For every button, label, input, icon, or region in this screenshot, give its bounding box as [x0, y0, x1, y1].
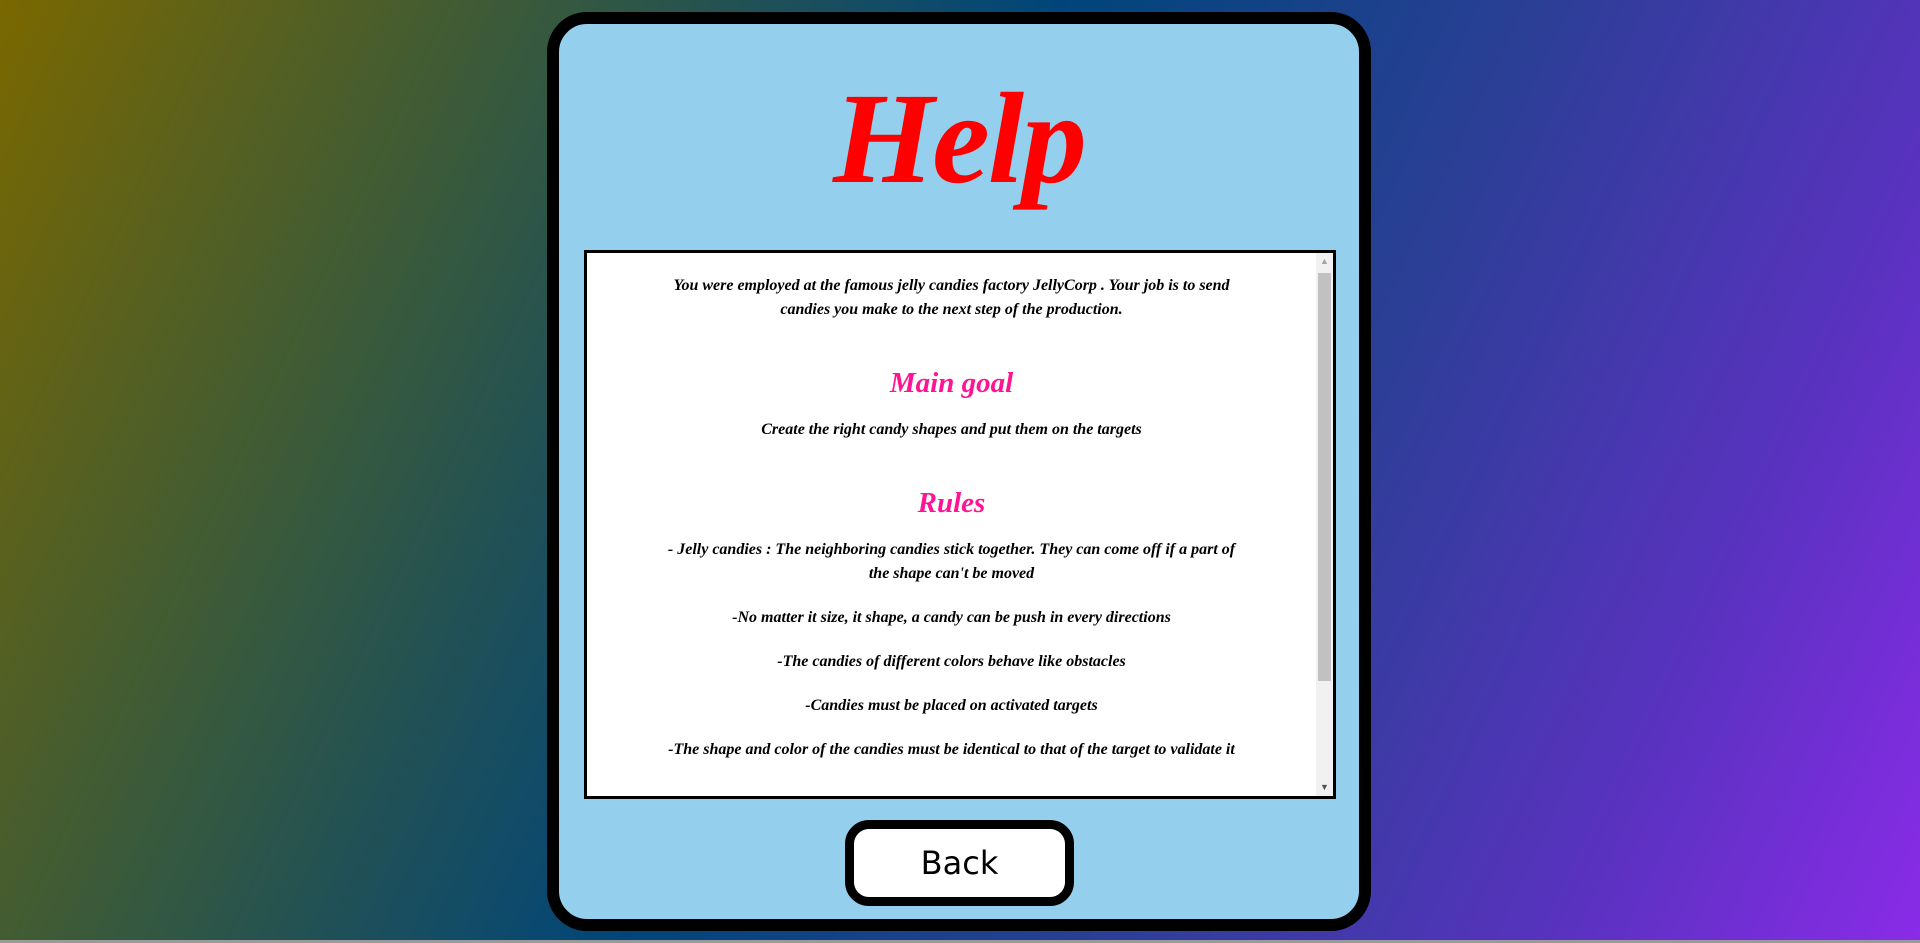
- rules-heading: Rules: [917, 487, 986, 519]
- help-content[interactable]: You were employed at the famous jelly ca…: [587, 253, 1316, 796]
- scroll-down-arrow-icon[interactable]: ▼: [1316, 779, 1333, 796]
- rule-item: - Jelly candies : The neighboring candie…: [667, 541, 1236, 582]
- back-button[interactable]: Back: [845, 820, 1074, 906]
- help-panel: Help You were employed at the famous jel…: [547, 12, 1371, 931]
- rule-item: -The shape and color of the candies must…: [668, 741, 1235, 758]
- scroll-up-arrow-icon[interactable]: ▲: [1316, 253, 1333, 270]
- main-goal-heading: Main goal: [889, 367, 1014, 399]
- scrollbar-thumb[interactable]: [1318, 273, 1331, 681]
- help-text-box: You were employed at the famous jelly ca…: [584, 250, 1336, 799]
- rule-item: -Candies must be placed on activated tar…: [805, 697, 1098, 714]
- intro-text: You were employed at the famous jelly ca…: [673, 277, 1230, 318]
- main-goal-text: Create the right candy shapes and put th…: [761, 421, 1142, 438]
- rule-item: -No matter it size, it shape, a candy ca…: [732, 609, 1171, 626]
- rule-item: -The candies of different colors behave …: [777, 653, 1126, 670]
- page-title: Help: [833, 67, 1087, 211]
- scrollbar[interactable]: ▲ ▼: [1316, 253, 1333, 796]
